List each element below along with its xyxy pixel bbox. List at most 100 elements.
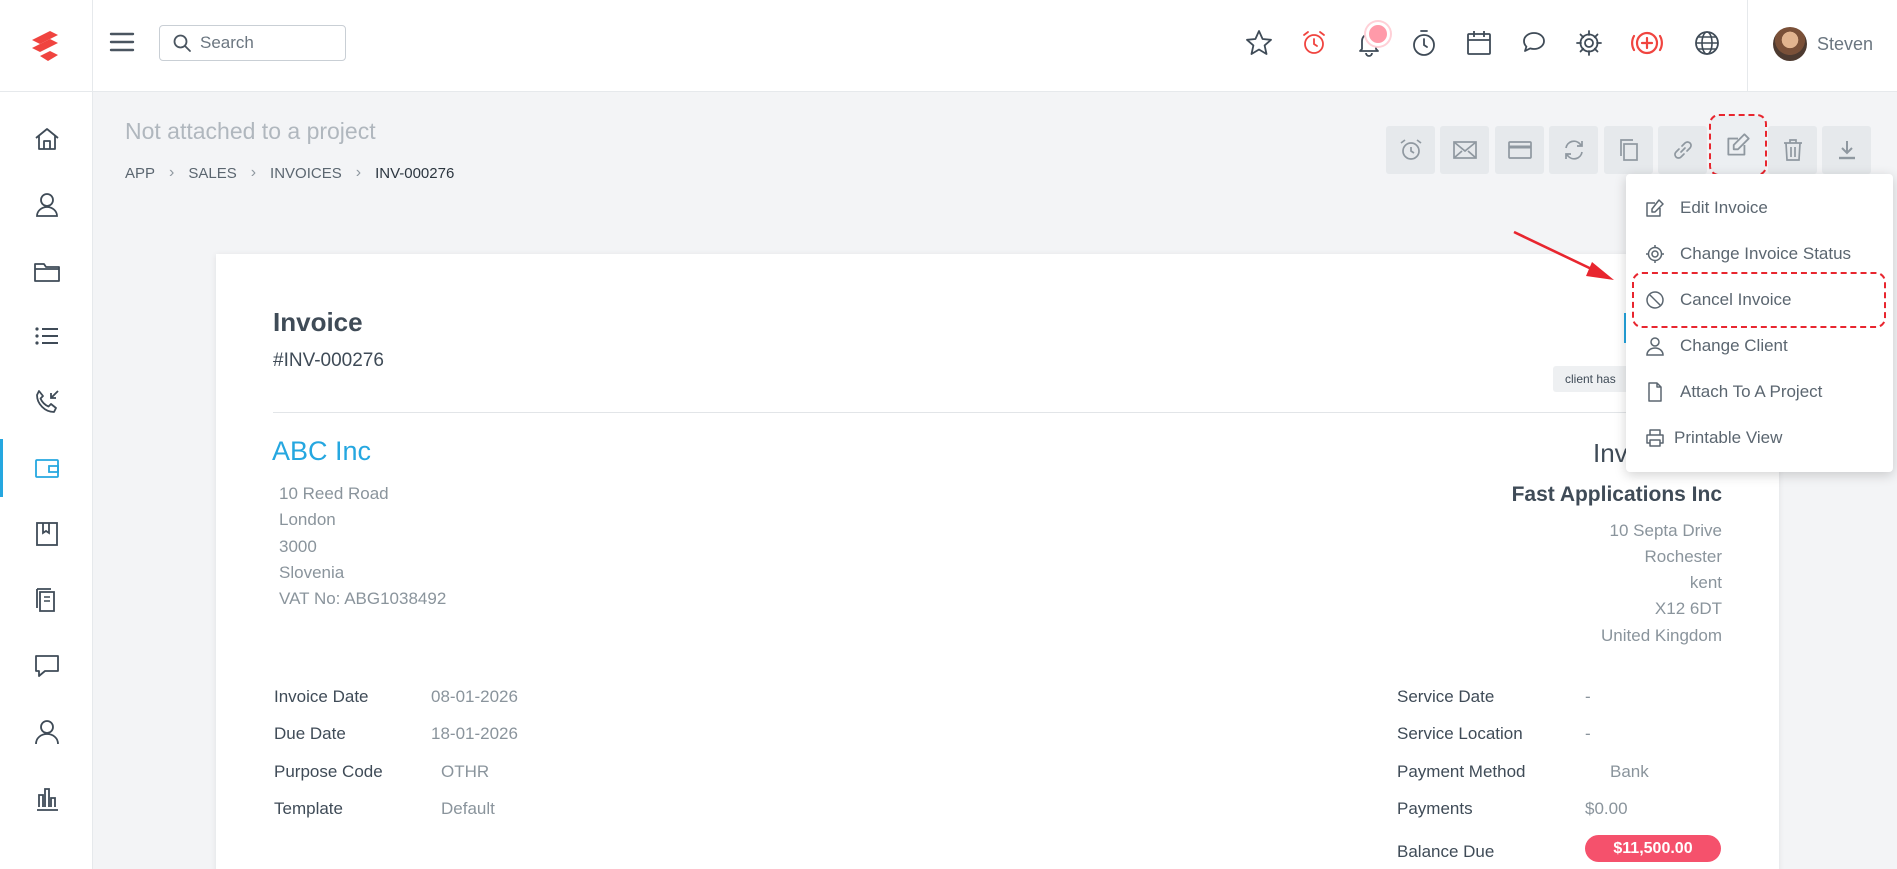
breadcrumb-app[interactable]: APP — [125, 165, 155, 182]
user-separator — [1747, 0, 1748, 92]
sidebar-item-projects[interactable] — [0, 242, 93, 300]
search-box[interactable] — [159, 25, 346, 61]
breadcrumb: APP › SALES › INVOICES › INV-000276 — [125, 164, 454, 182]
add-new-plus-icon[interactable] — [1630, 26, 1664, 60]
breadcrumb-sales[interactable]: SALES — [188, 165, 236, 182]
menu-item-attach-project[interactable]: Attach To A Project — [1626, 369, 1893, 415]
clients-icon — [35, 193, 58, 217]
link-icon — [1673, 141, 1692, 159]
chevron-right-icon: › — [250, 164, 257, 181]
template-label: Template — [274, 799, 343, 818]
edit-button[interactable] — [1709, 114, 1767, 176]
client-address-line: Slovenia — [279, 563, 345, 582]
list-icon — [34, 327, 58, 345]
sidebar-item-home[interactable] — [0, 110, 93, 168]
home-icon — [34, 128, 59, 150]
user-name[interactable]: Steven — [1817, 34, 1873, 55]
logo-cell — [0, 0, 93, 92]
annotation-arrow-icon — [1513, 230, 1614, 280]
service-location-value: - — [1585, 724, 1591, 743]
payment-button[interactable] — [1495, 126, 1544, 174]
sidebar-item-clients[interactable] — [0, 176, 93, 234]
payments-label: Payments — [1397, 799, 1473, 818]
notification-badge — [1366, 22, 1390, 46]
menu-toggle-icon[interactable] — [108, 28, 136, 56]
invoice-date-value: 08-01-2026 — [431, 687, 518, 706]
breadcrumb-invoices[interactable]: INVOICES — [270, 165, 342, 182]
user-icon — [1646, 337, 1664, 356]
sidebar-item-tasks[interactable] — [0, 307, 93, 365]
avatar[interactable] — [1773, 27, 1807, 61]
service-date-label: Service Date — [1397, 687, 1495, 706]
company-address-line: Rochester — [1644, 547, 1722, 566]
client-name-link[interactable]: ABC Inc — [272, 436, 371, 467]
search-input[interactable] — [200, 33, 330, 53]
edit-icon — [1646, 199, 1664, 217]
download-button[interactable] — [1822, 126, 1871, 174]
email-button[interactable] — [1440, 126, 1489, 174]
menu-item-edit-invoice[interactable]: Edit Invoice — [1626, 185, 1893, 231]
search-icon — [173, 34, 191, 52]
invoice-date-label: Invoice Date — [274, 687, 369, 706]
payments-value: $0.00 — [1585, 799, 1628, 818]
envelope-icon — [1452, 141, 1477, 159]
purpose-code-label: Purpose Code — [274, 762, 383, 781]
credit-card-icon — [1507, 141, 1532, 159]
copy-icon — [1619, 139, 1638, 161]
reminder-alarm-icon[interactable] — [1297, 26, 1331, 60]
clone-button[interactable] — [1604, 126, 1653, 174]
timer-icon[interactable] — [1407, 26, 1441, 60]
project-title[interactable]: Not attached to a project — [125, 118, 376, 145]
app-logo-icon[interactable] — [28, 28, 64, 64]
company-address-line: X12 6DT — [1654, 599, 1722, 618]
calendar-icon[interactable] — [1462, 26, 1496, 60]
balance-due-value: $11,500.00 — [1585, 835, 1721, 862]
documents-icon — [35, 588, 55, 612]
reminder-button[interactable] — [1386, 126, 1435, 174]
printer-icon — [1646, 429, 1664, 447]
refresh-icon — [1564, 140, 1583, 160]
payment-method-value: Bank — [1610, 762, 1649, 781]
delete-button[interactable] — [1768, 126, 1817, 174]
download-icon — [1838, 141, 1855, 160]
invoice-title: Invoice — [273, 307, 363, 337]
favorites-star-icon[interactable] — [1242, 26, 1276, 60]
payment-method-label: Payment Method — [1397, 762, 1526, 781]
sidebar-item-tickets[interactable] — [0, 637, 93, 695]
share-link-button[interactable] — [1658, 126, 1707, 174]
user-icon — [34, 720, 59, 745]
book-icon — [35, 522, 58, 546]
sidebar-item-team[interactable] — [0, 703, 93, 761]
wallet-icon — [34, 459, 59, 478]
sidebar-item-expenses[interactable] — [0, 571, 93, 629]
client-vat: VAT No: ABG1038492 — [279, 589, 447, 608]
phone-incoming-icon — [35, 390, 59, 413]
ban-icon — [1646, 291, 1664, 309]
menu-item-change-status[interactable]: Change Invoice Status — [1626, 231, 1893, 277]
breadcrumb-current: INV-000276 — [375, 164, 455, 182]
sidebar-item-knowledgebase[interactable] — [0, 505, 93, 563]
service-location-label: Service Location — [1397, 724, 1523, 743]
menu-item-change-client[interactable]: Change Client — [1626, 323, 1893, 369]
menu-item-cancel-invoice[interactable]: Cancel Invoice — [1632, 272, 1886, 328]
client-address-line: 3000 — [279, 537, 317, 556]
top-bar: Steven — [0, 0, 1897, 92]
invoice-heading-right: Inv — [1593, 438, 1628, 468]
template-value: Default — [441, 799, 495, 818]
recurring-button[interactable] — [1549, 126, 1598, 174]
service-date-value: - — [1585, 687, 1591, 706]
settings-gear-icon[interactable] — [1572, 26, 1606, 60]
language-globe-icon[interactable] — [1690, 26, 1724, 60]
sidebar-item-leads[interactable] — [0, 373, 93, 431]
sidebar — [0, 92, 93, 869]
divider — [273, 412, 1723, 413]
menu-item-printable-view[interactable]: Printable View — [1626, 415, 1893, 461]
sidebar-item-reports[interactable] — [0, 769, 93, 827]
messages-chat-icon[interactable] — [1517, 26, 1551, 60]
client-address-line: London — [279, 510, 336, 529]
sidebar-item-sales[interactable] — [0, 439, 93, 497]
gear-icon — [1646, 245, 1664, 263]
alarm-icon — [1399, 139, 1422, 160]
due-date-value: 18-01-2026 — [431, 724, 518, 743]
edit-icon — [1727, 133, 1750, 156]
